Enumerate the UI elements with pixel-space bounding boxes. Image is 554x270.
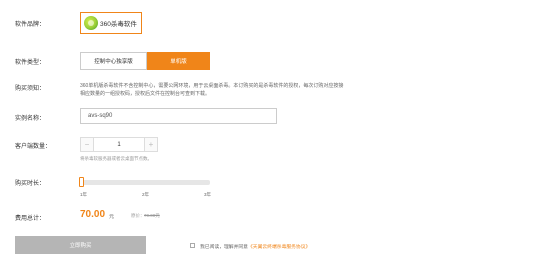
duration-tick-1[interactable]: 1年 <box>80 192 87 198</box>
client-count-label: 客户端数量： <box>15 144 52 150</box>
type-label: 软件类型： <box>15 60 46 66</box>
original-price: 70.00元 <box>144 213 160 218</box>
instance-label: 实例名称： <box>15 116 46 122</box>
increment-button[interactable]: + <box>144 137 158 152</box>
duration-tick-3[interactable]: 3年 <box>204 192 211 198</box>
agreement-link[interactable]: 《天翼云终端杀毒服务协议》 <box>248 245 310 250</box>
price-unit: 元 <box>109 214 115 220</box>
notice-text: 360单机版杀毒软件不含控制中心，需要公网环境，用于云桌面杀毒。本订购买的是杀毒… <box>80 83 344 97</box>
agreement-checkbox[interactable] <box>190 243 195 248</box>
total-price: 70.00 <box>80 209 106 220</box>
360-logo-icon <box>84 16 98 30</box>
type-option-standalone[interactable]: 单机版 <box>147 52 210 70</box>
agreement-prefix: 我已阅读，理解并同意 <box>200 245 248 250</box>
duration-label: 购买时长： <box>15 181 46 187</box>
total-label: 费用总计： <box>15 216 46 222</box>
duration-tick-2[interactable]: 2年 <box>142 192 149 198</box>
client-count-value[interactable]: 1 <box>94 137 144 152</box>
duration-slider-track[interactable] <box>82 180 210 185</box>
brand-option-360[interactable]: 360杀毒软件 <box>80 12 142 34</box>
brand-label: 软件品牌： <box>15 22 46 28</box>
type-option-control-center[interactable]: 控制中心独享版 <box>80 52 147 70</box>
duration-slider-handle[interactable] <box>79 177 84 187</box>
client-count-stepper: − 1 + <box>80 137 158 152</box>
client-count-hint: 将杀毒软服务器或者云桌面节点数。 <box>80 156 152 161</box>
brand-name: 360杀毒软件 <box>100 21 137 28</box>
agreement-text: 我已阅读，理解并同意《天翼云终端杀毒服务协议》 <box>200 243 310 250</box>
decrement-button[interactable]: − <box>80 137 94 152</box>
instance-name-input[interactable]: avs-sq90 <box>80 108 277 124</box>
buy-now-button[interactable]: 立即购买 <box>15 236 146 254</box>
notice-label: 购买须知： <box>15 86 46 92</box>
instance-name-value: avs-sq90 <box>88 113 113 119</box>
original-price-label: 原价： <box>131 213 145 218</box>
